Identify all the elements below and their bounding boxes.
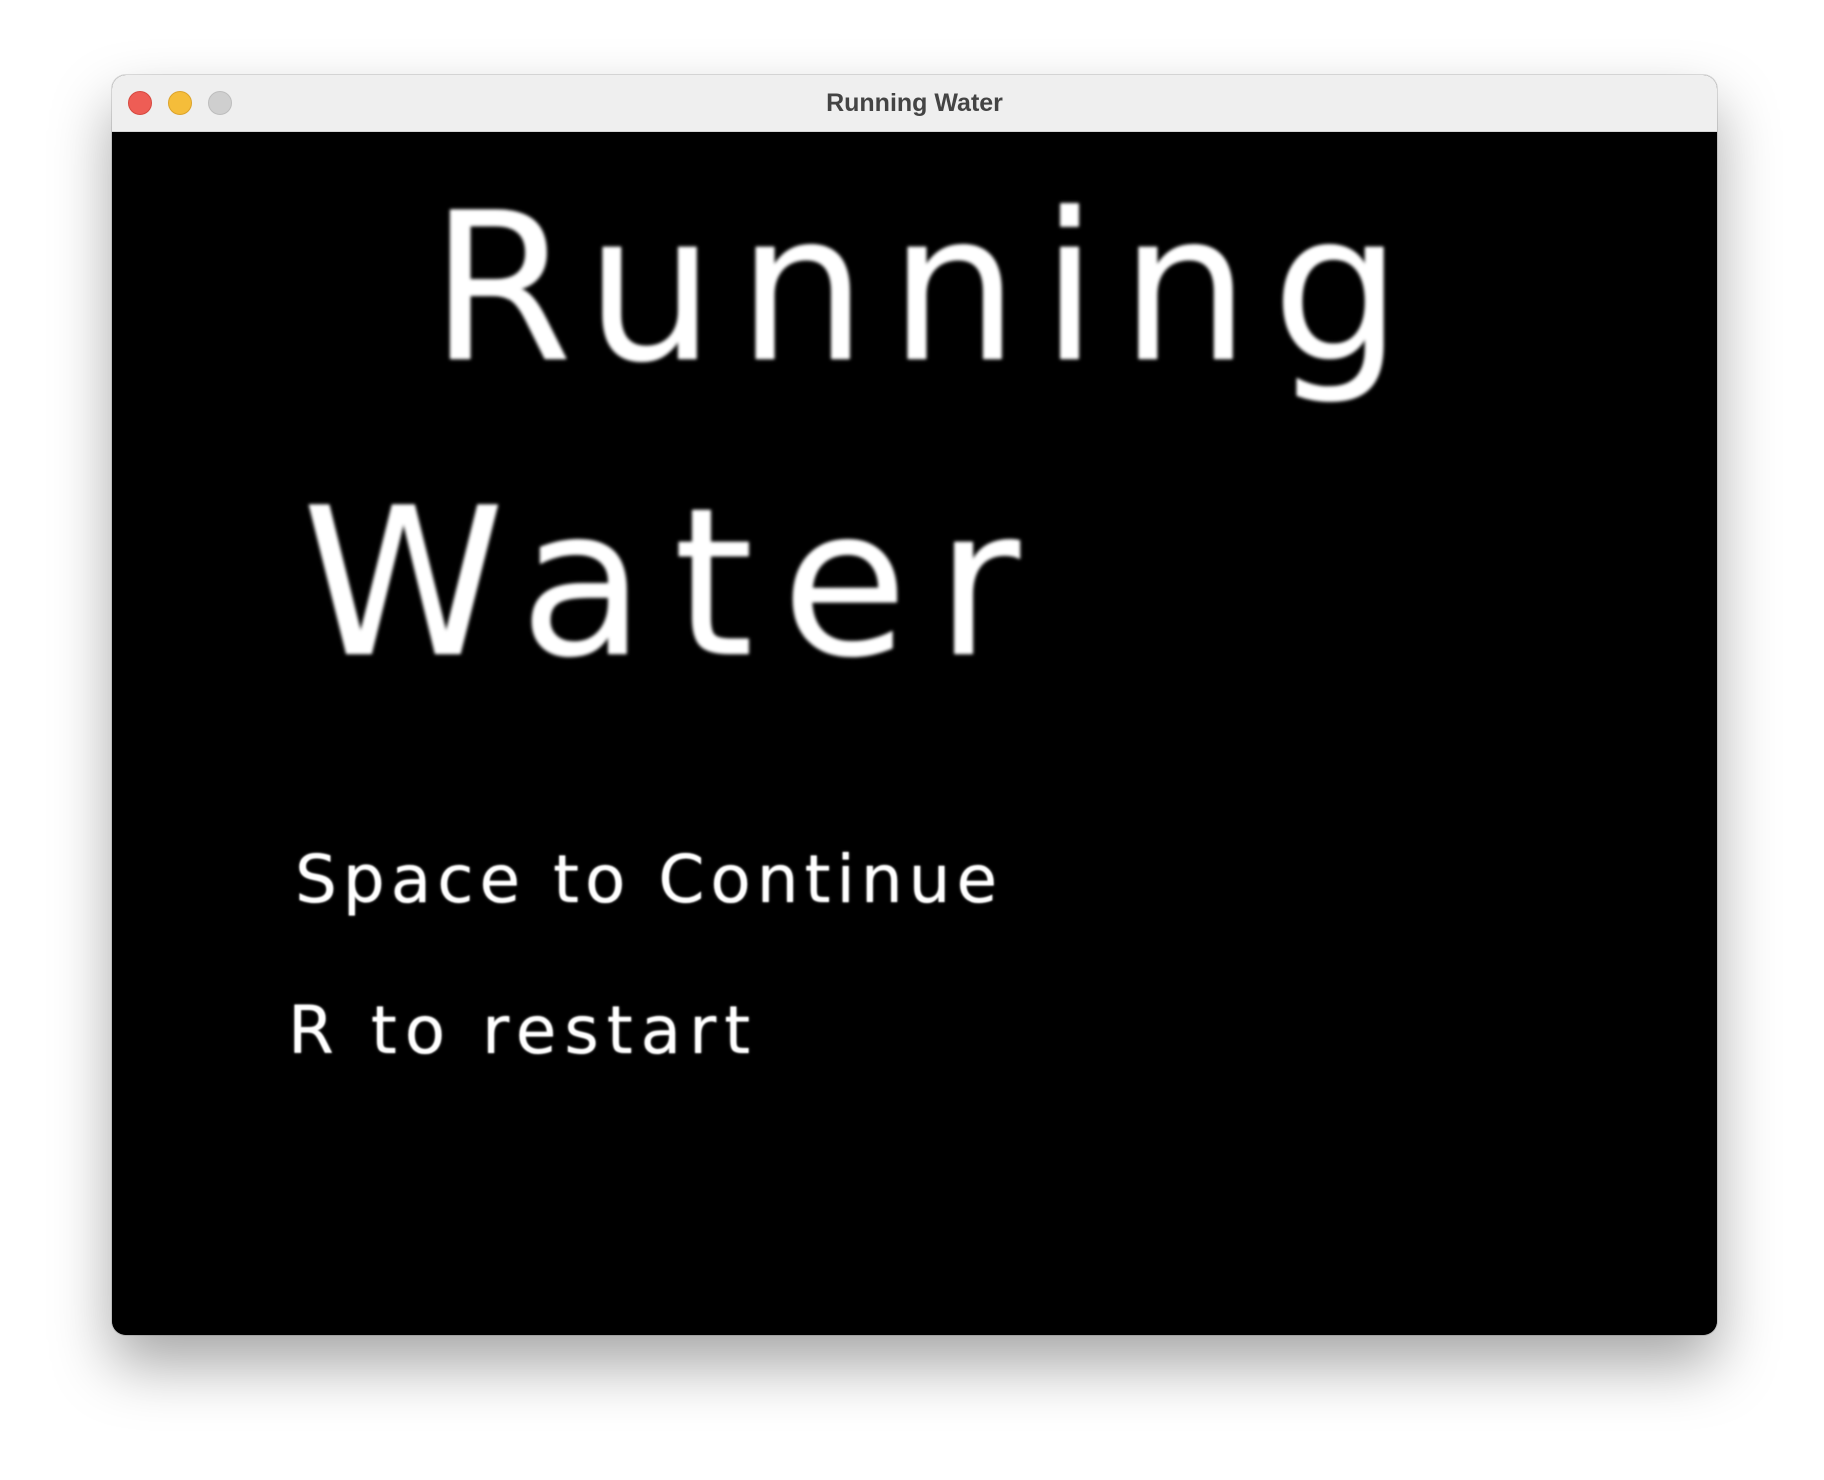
restart-prompt: R to restart — [288, 992, 759, 1069]
game-title-line-2: Water — [302, 465, 1048, 703]
game-title-line-1: Running — [430, 170, 1425, 408]
continue-prompt: Space to Continue — [295, 841, 1004, 918]
game-canvas[interactable]: Running Water Space to Continue R to res… — [112, 132, 1717, 1335]
title-bar[interactable]: Running Water — [112, 75, 1717, 132]
window-title: Running Water — [826, 89, 1003, 117]
app-window: Running Water Running Water Space to Con… — [112, 75, 1717, 1335]
